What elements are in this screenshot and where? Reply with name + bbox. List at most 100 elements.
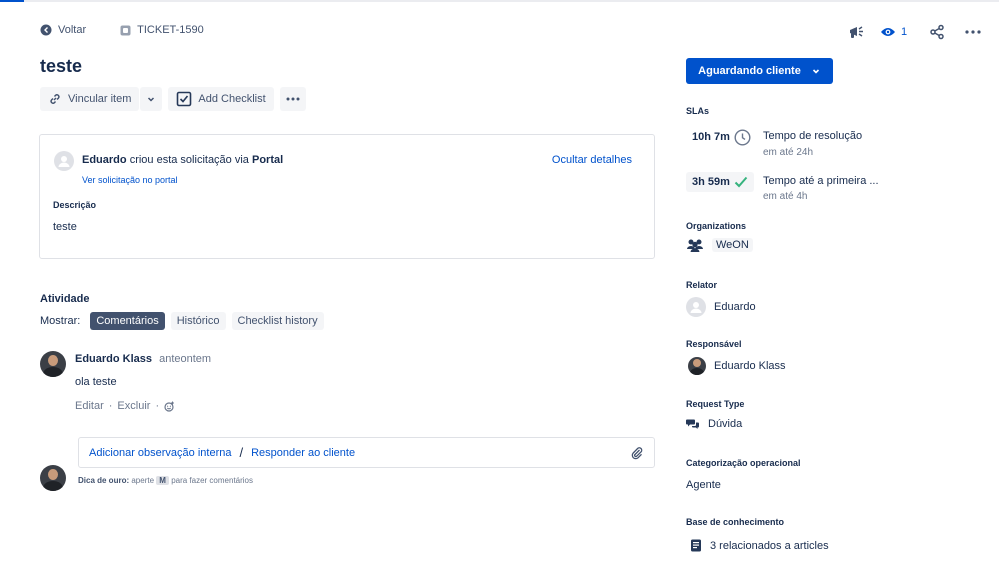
created-text: criou esta solicitação via [129, 154, 249, 166]
user-avatar-icon [54, 151, 74, 171]
hide-details-link[interactable]: Ocultar detalhes [552, 154, 632, 166]
filter-checklist-history[interactable]: Checklist history [231, 312, 324, 330]
organization-chip[interactable]: WeON [712, 238, 753, 252]
pro-tip-rest: para fazer comentários [171, 476, 254, 485]
issue-title[interactable]: teste [40, 56, 82, 77]
link-item-label: Vincular item [68, 93, 132, 105]
show-label: Mostrar: [40, 315, 81, 327]
status-dropdown[interactable]: Aguardando cliente [686, 58, 833, 84]
reporter-avatar [54, 151, 74, 171]
link-item-split-button: Vincular item [40, 87, 163, 111]
filter-comments[interactable]: Comentários [90, 312, 165, 330]
sla-resolution-target: em até 24h [763, 147, 814, 158]
organization-row: WeON [686, 238, 753, 252]
request-details-card: Eduardo criou esta solicitação via Porta… [39, 134, 655, 259]
top-progress-accent [0, 0, 24, 2]
comment-author-avatar [40, 351, 66, 377]
organizations-label: Organizations [686, 221, 747, 231]
eye-icon [880, 26, 896, 38]
filter-history[interactable]: Histórico [170, 312, 226, 330]
feedback-megaphone-icon[interactable] [848, 24, 866, 40]
reporter-row[interactable]: Eduardo [686, 297, 756, 317]
category-label: Categorização operacional [686, 458, 801, 468]
comment-time[interactable]: anteontem [159, 353, 211, 365]
created-line: Eduardo criou esta solicitação via Porta… [82, 154, 283, 166]
speech-bubbles-icon [686, 418, 700, 430]
pro-tip-press: aperte [131, 476, 155, 485]
comment-author[interactable]: Eduardo Klass [75, 353, 152, 365]
sla-resolution: 10h 7m [686, 127, 757, 147]
reporter-label: Relator [686, 280, 718, 290]
chevron-down-icon [811, 66, 821, 76]
checkbox-icon [176, 91, 192, 107]
assignee-label: Responsável [686, 339, 742, 349]
watch-button[interactable]: 1 [880, 26, 907, 38]
comment-separator-2: · [155, 400, 160, 412]
comment-separator: · [108, 400, 113, 412]
internal-note-button[interactable]: Adicionar observação interna [89, 447, 231, 459]
description-value[interactable]: teste [53, 221, 77, 233]
chevron-down-icon [146, 94, 156, 104]
clock-icon [734, 128, 751, 146]
watch-count: 1 [901, 26, 908, 38]
activity-filters: Mostrar: Comentários Histórico Checklist… [40, 312, 324, 330]
pro-tip-label: Dica de ouro: [78, 476, 130, 485]
more-options-icon[interactable] [965, 30, 981, 34]
category-value[interactable]: Agente [686, 479, 721, 491]
slas-title: SLAs [686, 106, 710, 116]
request-type-label: Request Type [686, 399, 745, 409]
assignee-row[interactable]: Eduardo Klass [688, 357, 786, 375]
comment-actions: Editar · Excluir · [75, 400, 175, 412]
document-icon [690, 539, 702, 552]
portal-link[interactable]: Ver solicitação no portal [82, 175, 178, 185]
kb-row[interactable]: 3 relacionados a articles [690, 539, 829, 552]
reply-editor[interactable]: Adicionar observação interna / Responder… [78, 437, 655, 468]
sla-first-response-time-text: 3h 59m [692, 176, 730, 188]
status-label: Aguardando cliente [698, 65, 801, 77]
people-group-icon [686, 238, 704, 252]
link-item-dropdown[interactable] [140, 87, 163, 111]
issue-toolbar: Vincular item Add Checklist [40, 87, 306, 111]
activity-title: Atividade [40, 293, 90, 305]
channel-name: Portal [251, 154, 284, 166]
sla-first-response-time: 3h 59m [686, 172, 754, 192]
sla-resolution-name: Tempo de resolução [763, 130, 863, 142]
ticket-type-icon [120, 25, 131, 36]
assignee-name: Eduardo Klass [714, 360, 786, 372]
description-label: Descrição [53, 200, 97, 210]
reporter-name: Eduardo [714, 301, 756, 313]
kb-value: 3 relacionados a articles [710, 539, 829, 552]
sla-first-response-target: em até 4h [763, 191, 808, 202]
attachment-icon[interactable] [630, 446, 644, 460]
kb-label: Base de conhecimento [686, 517, 785, 527]
comment-edit-link[interactable]: Editar [75, 400, 104, 412]
link-item-button[interactable]: Vincular item [40, 87, 140, 111]
back-arrow-icon[interactable] [40, 24, 52, 36]
more-icon [286, 97, 300, 101]
sla-first-response: 3h 59m [686, 172, 754, 192]
top-progress-line [0, 0, 999, 2]
ticket-id-link[interactable]: TICKET-1590 [137, 24, 204, 36]
header-actions: 1 [848, 24, 981, 40]
reporter-avatar-icon [686, 297, 706, 317]
assignee-avatar [688, 357, 706, 375]
pro-tip-key: M [156, 476, 169, 485]
pro-tip: Dica de ouro: aperte M para fazer coment… [78, 476, 253, 485]
share-icon[interactable] [929, 24, 945, 40]
request-type-row[interactable]: Dúvida [686, 418, 742, 430]
sla-first-response-name: Tempo até a primeira ... [763, 175, 879, 187]
add-checklist-label: Add Checklist [198, 93, 266, 105]
comment-body: ola teste [75, 376, 117, 388]
add-checklist-button[interactable]: Add Checklist [168, 87, 274, 111]
sla-resolution-time: 10h 7m [686, 127, 757, 147]
creator-name[interactable]: Eduardo [82, 154, 127, 166]
comment-delete-link[interactable]: Excluir [117, 400, 150, 412]
more-actions-button[interactable] [279, 87, 306, 111]
check-icon [734, 176, 748, 188]
comment-header: Eduardo Klass anteontem [75, 353, 211, 365]
breadcrumb: Voltar TICKET-1590 [40, 24, 204, 36]
reply-customer-button[interactable]: Responder ao cliente [251, 447, 355, 459]
back-link[interactable]: Voltar [58, 24, 86, 36]
add-reaction-icon[interactable] [164, 401, 175, 412]
reply-slash: / [239, 445, 244, 460]
